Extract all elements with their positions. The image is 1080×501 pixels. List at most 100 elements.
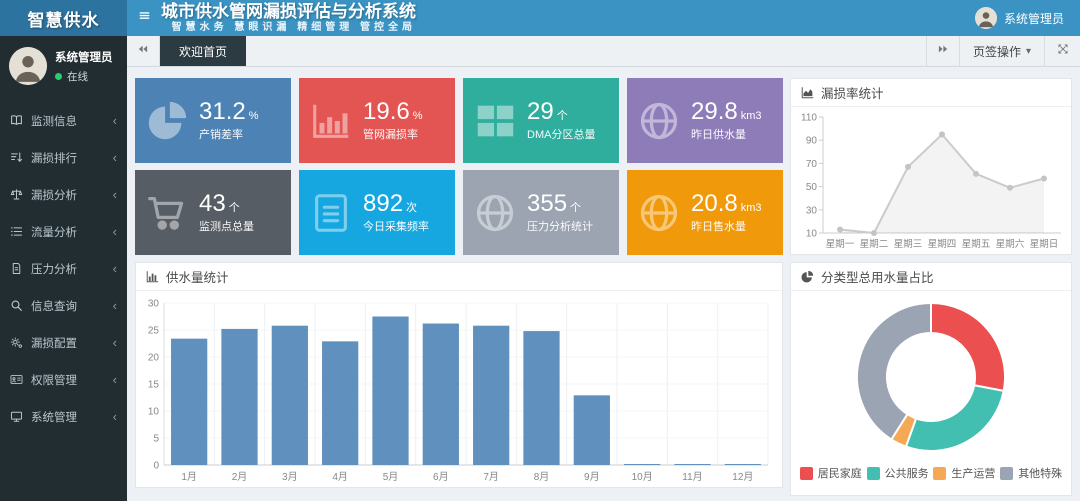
globe-icon [627,98,691,144]
fullscreen-button[interactable] [1044,36,1080,66]
stat-card-value: 355 [527,191,567,217]
tab-actions-dropdown[interactable]: 页签操作 ▾ [959,36,1044,66]
water-supply-panel-title: 供水量统计 [166,267,229,286]
stat-card-label: 昨日售水量 [691,218,762,234]
tabs-scroll-right-button[interactable] [926,36,959,66]
svg-text:5: 5 [153,434,159,445]
legend-item-0[interactable]: 居民家庭 [800,465,862,481]
water-supply-panel: 供水量统计 0510152025301月2月3月4月5月6月7月8月9月10月1… [135,262,783,488]
svg-text:6月: 6月 [433,471,449,483]
chevron-left-icon: ‹ [113,151,117,164]
legend-label: 其他特殊 [1018,465,1062,481]
stat-card-label: 管网漏损率 [363,126,423,142]
chevron-left-icon: ‹ [113,299,117,312]
app-title-block: 城市供水管网漏损评估与分析系统 智慧水务 慧眼识漏 精细管理 管控全局 [161,0,416,36]
legend-label: 公共服务 [885,465,929,481]
sidebar-avatar[interactable] [9,47,47,85]
sidebar-item-leak-config[interactable]: 漏损配置‹ [0,324,127,361]
app-subtitle: 智慧水务 慧眼识漏 精细管理 管控全局 [161,21,416,34]
stat-card-today-collect-freq[interactable]: 892次今日采集频率 [299,170,455,255]
stat-card-nrw-rate[interactable]: 31.2%产销差率 [135,78,291,163]
stat-card-pressure-stats[interactable]: 355个压力分析统计 [463,170,619,255]
svg-text:11月: 11月 [682,471,702,483]
stat-card-label: 昨日供水量 [691,126,762,142]
legend-swatch [933,467,946,480]
svg-text:3月: 3月 [282,471,298,483]
sidebar-toggle-button[interactable] [127,0,161,36]
chevron-left-icon: ‹ [113,410,117,423]
stat-card-value: 43 [199,191,226,217]
stat-card-yesterday-supply[interactable]: 29.8km3昨日供水量 [627,78,783,163]
sidebar-item-label: 压力分析 [31,261,77,277]
svg-text:70: 70 [806,159,818,170]
stat-card-label: 今日采集频率 [363,218,429,234]
legend-swatch [1000,467,1013,480]
svg-text:30: 30 [806,205,818,216]
sidebar-item-pressure-analysis[interactable]: 压力分析‹ [0,250,127,287]
forward-icon [937,42,949,60]
sidebar-item-label: 漏损配置 [31,335,77,351]
svg-text:30: 30 [148,299,160,310]
leak-rate-panel: 漏损率统计 1030507090110星期一星期二星期三星期四星期五星期六星期日 [790,78,1072,255]
stat-card-value: 892 [363,191,403,217]
sidebar-item-label: 系统管理 [31,409,77,425]
sidebar-user-panel: 系统管理员 在线 [0,36,127,94]
svg-text:90: 90 [806,136,818,147]
sidebar-item-system-mgmt[interactable]: 系统管理 ‹ [0,398,127,435]
sidebar-item-leak-analysis[interactable]: 漏损分析 ‹ [0,176,127,213]
globe-icon [463,190,527,236]
svg-text:12月: 12月 [732,471,753,483]
stat-card-unit: % [413,110,423,122]
chevron-left-icon: ‹ [113,373,117,386]
stat-card-unit: km3 [741,202,762,214]
legend-item-3[interactable]: 其他特殊 [1000,465,1062,481]
legend-item-1[interactable]: 公共服务 [867,465,929,481]
tab-actions-label: 页签操作 [973,43,1021,60]
svg-text:20: 20 [148,353,160,364]
sidebar-item-monitor-info[interactable]: 监测信息‹ [0,102,127,139]
legend-label: 生产运营 [951,465,995,481]
bar-chart-sm-icon [146,270,159,283]
sidebar-item-permission-mgmt[interactable]: 权限管理‹ [0,361,127,398]
stat-card-pipe-leak-rate[interactable]: 19.6%管网漏损率 [299,78,455,163]
legend-label: 居民家庭 [818,465,862,481]
sidebar-item-label: 信息查询 [31,298,77,314]
stat-card-value: 29.8 [691,99,738,125]
stat-card-value: 29 [527,99,554,125]
svg-text:9月: 9月 [584,471,600,483]
sidebar-item-info-query[interactable]: 信息查询 ‹ [0,287,127,324]
sidebar: 系统管理员 在线 监测信息‹漏损排行‹漏损分析‹流量分析‹压力分析‹信息查询‹漏… [0,36,127,501]
book-icon [10,114,23,127]
app-logo[interactable]: 智慧供水 [0,0,127,36]
sidebar-item-leak-ranking[interactable]: 漏损排行‹ [0,139,127,176]
dashboard-page: 智慧供水 城市供水管网漏损评估与分析系统 智慧水务 慧眼识漏 精细管理 管控全局… [0,0,1080,501]
user-menu[interactable]: 系统管理员 [975,0,1080,36]
svg-text:0: 0 [153,461,159,472]
svg-text:星期三: 星期三 [894,239,923,250]
svg-text:15: 15 [148,380,160,391]
chevron-left-icon: ‹ [113,225,117,238]
stat-card-label: 监测点总量 [199,218,254,234]
leak-rate-line-chart: 1030507090110星期一星期二星期三星期四星期五星期六星期日 [791,107,1071,253]
search-icon [10,299,23,312]
tab-welcome-home[interactable]: 欢迎首页 [160,36,246,66]
list-icon [10,225,23,238]
leak-rate-panel-title: 漏损率统计 [821,83,884,102]
stat-card-unit: % [249,110,259,122]
chevron-left-icon: ‹ [113,188,117,201]
sidebar-menu: 监测信息‹漏损排行‹漏损分析‹流量分析‹压力分析‹信息查询‹漏损配置‹权限管理‹… [0,102,127,435]
pie-chart-sm-icon [801,270,814,283]
stat-card-yesterday-sales[interactable]: 20.8km3昨日售水量 [627,170,783,255]
stat-card-dma-zones[interactable]: 29个DMA分区总量 [463,78,619,163]
app-title: 城市供水管网漏损评估与分析系统 [161,3,416,21]
bar-chart-icon [299,98,363,144]
stat-cards-grid: 31.2%产销差率19.6%管网漏损率29个DMA分区总量29.8km3昨日供水… [135,78,783,255]
sidebar-item-label: 漏损分析 [31,187,77,203]
water-supply-bar-chart: 0510152025301月2月3月4月5月6月7月8月9月10月11月12月 [136,291,782,487]
sidebar-item-flow-analysis[interactable]: 流量分析‹ [0,213,127,250]
legend-item-2[interactable]: 生产运营 [933,465,995,481]
windows-icon [463,98,527,144]
sidebar-user-status: 在线 [55,69,113,84]
stat-card-monitor-points[interactable]: 43个监测点总量 [135,170,291,255]
tabs-scroll-left-button[interactable] [127,36,160,66]
